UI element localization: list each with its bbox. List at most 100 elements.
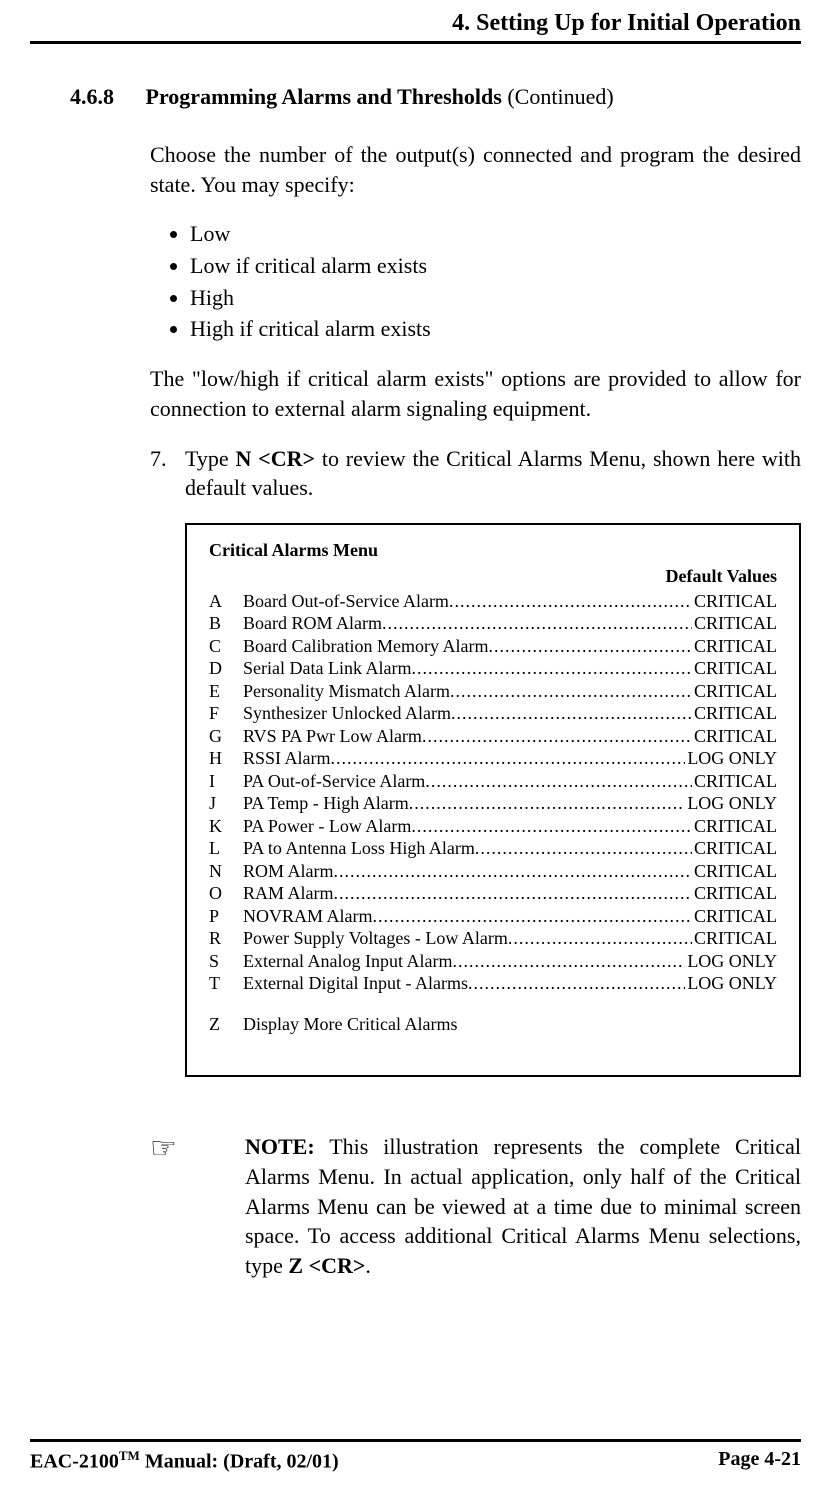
menu-dots: ........................................… [449,590,692,613]
menu-value: CRITICAL [692,635,777,658]
step-text: Type N <CR> to review the Critical Alarm… [185,444,801,503]
menu-row: JPA Temp - High Alarm...................… [209,792,777,815]
menu-value: CRITICAL [692,882,777,905]
menu-label: Personality Mismatch Alarm [243,680,450,703]
note-text: NOTE: This illustration represents the c… [245,1132,801,1280]
section-continued: (Continued) [502,84,614,109]
menu-value: LOG ONLY [685,950,777,973]
menu-row: KPA Power - Low Alarm...................… [209,815,777,838]
menu-value: LOG ONLY [685,747,777,770]
menu-label: PA Temp - High Alarm [243,792,409,815]
critical-alarms-menu-box: Critical Alarms Menu Default Values ABoa… [185,523,801,1078]
menu-key: F [209,702,243,725]
pointing-hand-icon: ☞ [150,1132,245,1280]
menu-dots: ........................................… [488,635,692,658]
menu-dots: ........................................… [425,770,692,793]
menu-dots: ........................................… [450,680,692,703]
menu-key: P [209,905,243,928]
menu-dots: ........................................… [382,612,692,635]
menu-dots: ........................................… [452,950,685,973]
menu-label: PA to Antenna Loss High Alarm [243,837,475,860]
menu-key: R [209,927,243,950]
page-footer: EAC-2100TM Manual: (Draft, 02/01) Page 4… [30,1439,801,1474]
menu-dots: ........................................… [334,882,692,905]
menu-value: LOG ONLY [685,792,777,815]
menu-label: RAM Alarm [243,882,334,905]
menu-label: Board Calibration Memory Alarm [243,635,488,658]
menu-row: DSerial Data Link Alarm.................… [209,657,777,680]
menu-row: LPA to Antenna Loss High Alarm..........… [209,837,777,860]
menu-key: H [209,747,243,770]
menu-key: S [209,950,243,973]
options-list: Low Low if critical alarm exists High Hi… [150,219,801,344]
menu-value: CRITICAL [692,725,777,748]
menu-dots: ........................................… [411,657,692,680]
step-pre: Type [185,446,235,471]
menu-row-z: Z Display More Critical Alarms [209,1013,777,1036]
menu-value: CRITICAL [692,612,777,635]
menu-label: Board ROM Alarm [243,612,382,635]
section-title: Programming Alarms and Thresholds [146,84,502,109]
menu-value: CRITICAL [692,590,777,613]
menu-dots: ........................................… [409,792,686,815]
menu-key: I [209,770,243,793]
menu-key: J [209,792,243,815]
step-number: 7. [150,444,185,503]
menu-label: Synthesizer Unlocked Alarm [243,702,451,725]
menu-row: RPower Supply Voltages - Low Alarm......… [209,927,777,950]
menu-key: L [209,837,243,860]
menu-dots: ........................................… [422,725,692,748]
menu-value: CRITICAL [692,815,777,838]
footer-page-number: Page 4-21 [718,1448,801,1474]
menu-label: ROM Alarm [243,860,334,883]
menu-row: HRSSI Alarm.............................… [209,747,777,770]
menu-label: Board Out-of-Service Alarm [243,590,449,613]
menu-row: ORAM Alarm..............................… [209,882,777,905]
menu-row: PNOVRAM Alarm...........................… [209,905,777,928]
menu-label: Power Supply Voltages - Low Alarm [243,927,508,950]
menu-default-header: Default Values [209,565,777,588]
menu-row: NROM Alarm..............................… [209,860,777,883]
menu-key: G [209,725,243,748]
menu-value: CRITICAL [692,770,777,793]
list-item: Low [190,219,801,249]
menu-dots: ........................................… [508,927,692,950]
menu-label: Display More Critical Alarms [243,1013,457,1036]
menu-value: CRITICAL [692,927,777,950]
footer-manual: Manual: (Draft, 02/01) [140,1451,339,1473]
menu-value: LOG ONLY [685,972,777,995]
menu-key: A [209,590,243,613]
explanation-paragraph: The "low/high if critical alarm exists" … [150,364,801,423]
step-item: 7. Type N <CR> to review the Critical Al… [150,444,801,503]
menu-value: CRITICAL [692,860,777,883]
note-command: Z <CR> [288,1253,365,1278]
footer-tm: TM [119,1448,140,1463]
note-body-post: . [365,1253,371,1278]
note-label: NOTE: [245,1134,315,1159]
section-heading: 4.6.8 Programming Alarms and Thresholds … [70,84,801,110]
menu-key: O [209,882,243,905]
list-item: High [190,283,801,313]
menu-row: GRVS PA Pwr Low Alarm...................… [209,725,777,748]
footer-left: EAC-2100TM Manual: (Draft, 02/01) [30,1448,339,1474]
menu-row: FSynthesizer Unlocked Alarm.............… [209,702,777,725]
list-item: High if critical alarm exists [190,314,801,344]
chapter-header: 4. Setting Up for Initial Operation [30,10,801,44]
menu-label: RVS PA Pwr Low Alarm [243,725,422,748]
intro-paragraph: Choose the number of the output(s) conne… [150,140,801,199]
menu-key: K [209,815,243,838]
menu-label: PA Out-of-Service Alarm [243,770,425,793]
menu-dots: ........................................… [373,905,693,928]
step-command: N <CR> [235,446,315,471]
menu-label: PA Power - Low Alarm [243,815,411,838]
menu-dots: ........................................… [451,702,692,725]
menu-label: Serial Data Link Alarm [243,657,411,680]
section-number: 4.6.8 [70,84,140,110]
menu-value: CRITICAL [692,657,777,680]
menu-dots: ........................................… [334,860,692,883]
footer-product: EAC-2100 [30,1451,119,1473]
menu-dots: ........................................… [468,972,685,995]
menu-row: TExternal Digital Input - Alarms........… [209,972,777,995]
menu-dots: ........................................… [331,747,686,770]
menu-key: B [209,612,243,635]
